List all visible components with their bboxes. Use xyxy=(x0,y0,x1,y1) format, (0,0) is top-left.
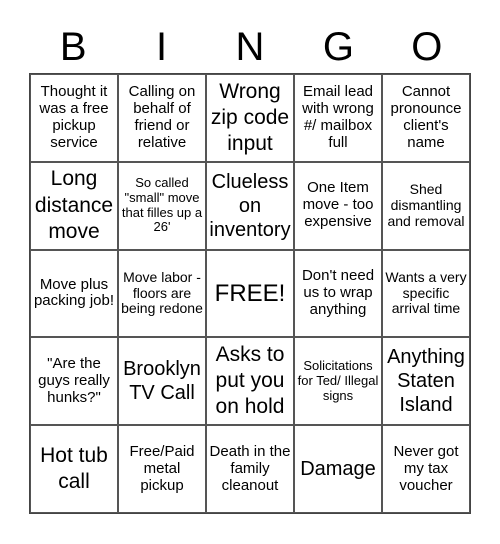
bingo-header: B I N G O xyxy=(29,22,471,72)
free-space-cell[interactable]: FREE! xyxy=(206,249,294,338)
bingo-cell[interactable]: Cannot pronounce client's name xyxy=(382,74,470,162)
bingo-cell[interactable]: Move plus packing job! xyxy=(30,249,118,338)
bingo-cell[interactable]: Free/Paid metal pickup xyxy=(118,425,206,513)
bingo-cell[interactable]: So called "small" move that filles up a … xyxy=(118,161,206,250)
bingo-cell[interactable]: "Are the guys really hunks?" xyxy=(30,337,118,426)
header-letter-n: N xyxy=(235,25,265,69)
bingo-card-grid: Thought it was a free pickup service Cal… xyxy=(29,73,471,514)
bingo-cell[interactable]: Death in the family cleanout xyxy=(206,425,294,513)
header-letter-i: I xyxy=(156,25,168,69)
bingo-cell[interactable]: Brooklyn TV Call xyxy=(118,337,206,426)
bingo-cell[interactable]: Calling on behalf of friend or relative xyxy=(118,74,206,162)
bingo-cell[interactable]: Solicitations for Ted/ Illegal signs xyxy=(294,337,382,426)
bingo-cell[interactable]: Email lead with wrong #/ mailbox full xyxy=(294,74,382,162)
bingo-cell[interactable]: Wrong zip code input xyxy=(206,74,294,162)
bingo-cell[interactable]: Never got my tax voucher xyxy=(382,425,470,513)
bingo-cell[interactable]: Long distance move xyxy=(30,161,118,250)
bingo-cell[interactable]: One Item move - too expensive xyxy=(294,161,382,250)
bingo-cell[interactable]: Asks to put you on hold xyxy=(206,337,294,426)
header-letter-b: B xyxy=(59,25,87,69)
header-letter-o: O xyxy=(411,25,443,69)
bingo-cell[interactable]: Move labor - floors are being redone xyxy=(118,249,206,338)
bingo-cell[interactable]: Hot tub call xyxy=(30,425,118,513)
header-letter-g: G xyxy=(322,25,354,69)
bingo-cell[interactable]: Shed dismantling and removal xyxy=(382,161,470,250)
bingo-cell[interactable]: Clueless on inventory xyxy=(206,161,294,250)
bingo-cell[interactable]: Wants a very specific arrival time xyxy=(382,249,470,338)
bingo-cell[interactable]: Anything Staten Island xyxy=(382,337,470,426)
bingo-cell[interactable]: Don't need us to wrap anything xyxy=(294,249,382,338)
bingo-cell[interactable]: Thought it was a free pickup service xyxy=(30,74,118,162)
bingo-cell[interactable]: Damage xyxy=(294,425,382,513)
